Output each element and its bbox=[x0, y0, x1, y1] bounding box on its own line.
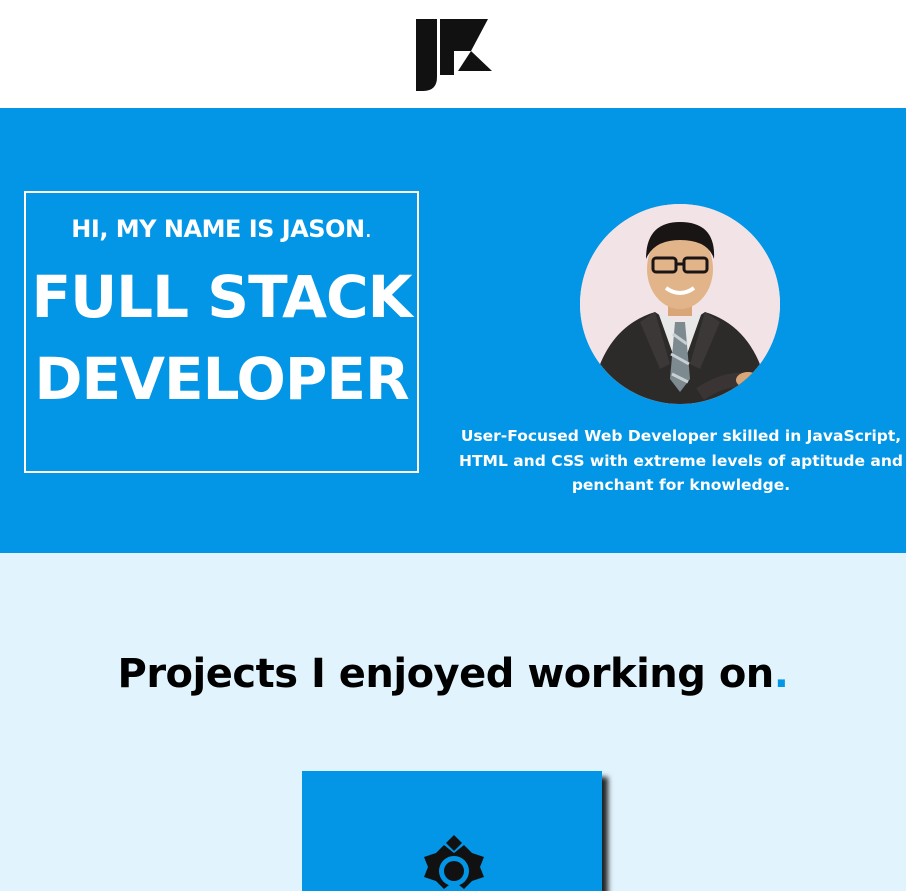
role-line-1: FULL STACK bbox=[31, 263, 412, 331]
site-header bbox=[0, 0, 906, 108]
project-card[interactable] bbox=[302, 771, 602, 891]
projects-section: Projects I enjoyed working on. bbox=[0, 553, 906, 891]
avatar bbox=[580, 204, 780, 404]
projects-heading: Projects I enjoyed working on. bbox=[117, 651, 789, 697]
greeting-heading: HI, MY NAME IS JASON. bbox=[71, 215, 372, 243]
bio-text: User-Focused Web Developer skilled in Ja… bbox=[458, 427, 903, 494]
profile-photo-icon bbox=[580, 204, 780, 404]
role-heading: FULL STACK DEVELOPER bbox=[26, 256, 417, 420]
logo-icon[interactable] bbox=[413, 17, 493, 91]
hero-section: HI, MY NAME IS JASON. FULL STACK DEVELOP… bbox=[0, 108, 906, 553]
intro-box: HI, MY NAME IS JASON. FULL STACK DEVELOP… bbox=[24, 191, 419, 473]
role-line-2: DEVELOPER bbox=[34, 345, 409, 413]
temple-icon bbox=[424, 835, 484, 889]
